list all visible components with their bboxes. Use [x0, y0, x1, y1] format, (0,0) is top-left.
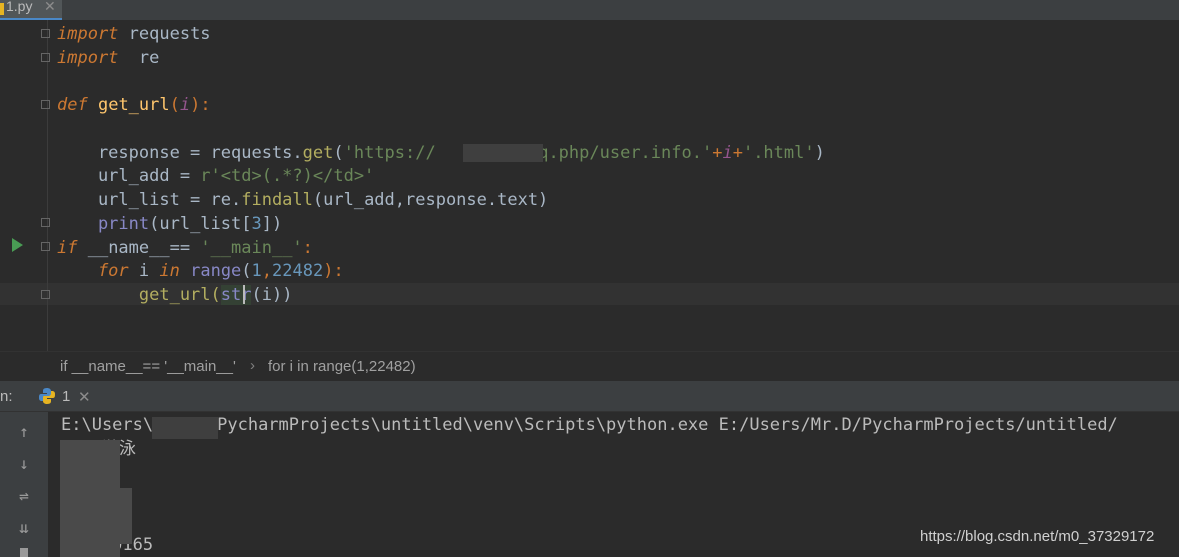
code-token: def — [57, 95, 88, 115]
code-token: ): — [323, 261, 344, 281]
gutter-divider — [47, 20, 48, 351]
redacted-region — [463, 144, 543, 162]
code-token: 1 — [251, 261, 262, 281]
code-token: get_url — [97, 95, 170, 115]
fold-marker-icon[interactable] — [41, 53, 50, 62]
code-token: response = requests. — [57, 143, 303, 163]
code-line-1: import requests — [57, 23, 211, 45]
tab-1-py[interactable]: 1.py ✕ — [0, 0, 62, 20]
breadcrumb-item-for-loop[interactable]: for i in range(1,22482) — [268, 358, 416, 375]
print-icon[interactable] — [20, 548, 28, 557]
soft-wrap-icon[interactable]: ⇌ — [14, 486, 34, 506]
code-token: i — [722, 143, 733, 163]
code-token: , — [261, 261, 273, 281]
code-token: '.html' — [742, 143, 815, 163]
code-token: url_list = re. — [57, 190, 242, 210]
code-token: in — [159, 261, 180, 281]
breadcrumb: if __name__== '__main__' › for i in rang… — [0, 351, 1179, 381]
code-token: + — [712, 143, 723, 163]
code-token: findall — [241, 190, 313, 210]
run-gutter-icon[interactable] — [12, 238, 23, 252]
code-line-7: url_add = r'<td>(.*?)</td>' — [57, 165, 374, 187]
python-file-icon — [0, 3, 4, 15]
code-line-9: print(url_list[3]) — [57, 213, 282, 235]
code-line-11: for i in range(1,22482): — [57, 260, 344, 282]
console-text: PycharmProjects\untitled\venv\Scripts\py… — [217, 415, 1118, 435]
up-arrow-icon[interactable]: ↑ — [14, 422, 34, 442]
fold-marker-icon[interactable] — [41, 218, 50, 227]
fold-marker-icon[interactable] — [41, 29, 50, 38]
code-token: t/q.php/user.info.' — [517, 143, 713, 163]
scroll-to-end-icon[interactable]: ⇊ — [14, 518, 34, 538]
code-token: i — [128, 261, 160, 281]
redacted-region — [88, 488, 132, 544]
code-line-6: response = requests.get('https:// t/q.php… — [57, 142, 825, 164]
run-tab-name: 1 — [62, 388, 71, 405]
code-token: ): — [190, 95, 211, 115]
run-tab-1[interactable]: 1 ✕ — [36, 381, 98, 412]
redacted-region — [152, 417, 218, 439]
code-token: get — [302, 143, 334, 163]
code-token: url_add = — [57, 166, 201, 186]
code-token: 22482 — [272, 261, 324, 281]
code-line-10: if __name__== '__main__': — [57, 237, 313, 259]
code-token: range — [190, 261, 242, 281]
text-caret — [243, 285, 245, 304]
run-toolbar: ↑ ↓ ⇌ ⇊ — [0, 412, 48, 557]
fold-marker-icon[interactable] — [41, 100, 50, 109]
close-icon[interactable]: ✕ — [78, 388, 91, 406]
code-token: (url_list[ — [149, 214, 252, 234]
code-token: (url_add,response.text) — [312, 190, 549, 210]
code-paren: ( — [333, 143, 344, 163]
close-icon[interactable]: ✕ — [44, 0, 56, 15]
code-token: ( — [241, 261, 252, 281]
code-token: str — [220, 285, 252, 305]
breadcrumb-item-if-main[interactable]: if __name__== '__main__' — [60, 358, 236, 375]
python-icon — [39, 388, 55, 404]
tab-filename: 1.py — [6, 0, 33, 14]
code-token: : — [302, 238, 313, 258]
watermark: https://blog.csdn.net/m0_37329172 — [920, 528, 1155, 545]
code-token: for — [57, 261, 129, 281]
fold-marker-icon[interactable] — [41, 290, 50, 299]
code-token: i — [179, 95, 191, 115]
chevron-right-icon: › — [250, 357, 255, 374]
code-token: get_url( — [57, 285, 221, 305]
code-token: ) — [814, 143, 825, 163]
code-token: 'https:// — [343, 143, 436, 163]
code-token: ]) — [261, 214, 283, 234]
code-token: re — [118, 48, 160, 68]
code-token: if — [57, 238, 78, 258]
code-line-2: import re — [57, 47, 159, 69]
down-arrow-icon[interactable]: ↓ — [14, 454, 34, 474]
code-token: ( — [169, 95, 180, 115]
code-token: __name__== — [77, 238, 201, 258]
code-token: r'<td>(.*?)</td>' — [200, 166, 375, 186]
run-tool-window-header: n: 1 ✕ — [0, 381, 1179, 412]
code-line-12: get_url(str(i)) — [57, 284, 292, 306]
code-line-8: url_list = re.findall(url_add,response.t… — [57, 189, 548, 211]
run-label: n: — [0, 388, 13, 405]
code-token: 3 — [251, 214, 262, 234]
code-token: '__main__' — [200, 238, 303, 258]
code-token: requests — [118, 24, 211, 44]
fold-marker-icon[interactable] — [41, 242, 50, 251]
code-token: print — [57, 214, 150, 234]
editor-tab-bar: 1.py ✕ — [0, 0, 1179, 20]
console-line-1: E:\Users\ PycharmProjects\untitled\venv\S… — [61, 414, 1118, 436]
code-token: import — [57, 48, 119, 68]
code-token: import — [57, 24, 119, 44]
code-line-4: def get_url(i): — [57, 94, 211, 116]
code-token: (i)) — [251, 285, 293, 305]
console-text: E:\Users\ — [61, 415, 154, 435]
code-token: + — [732, 143, 743, 163]
